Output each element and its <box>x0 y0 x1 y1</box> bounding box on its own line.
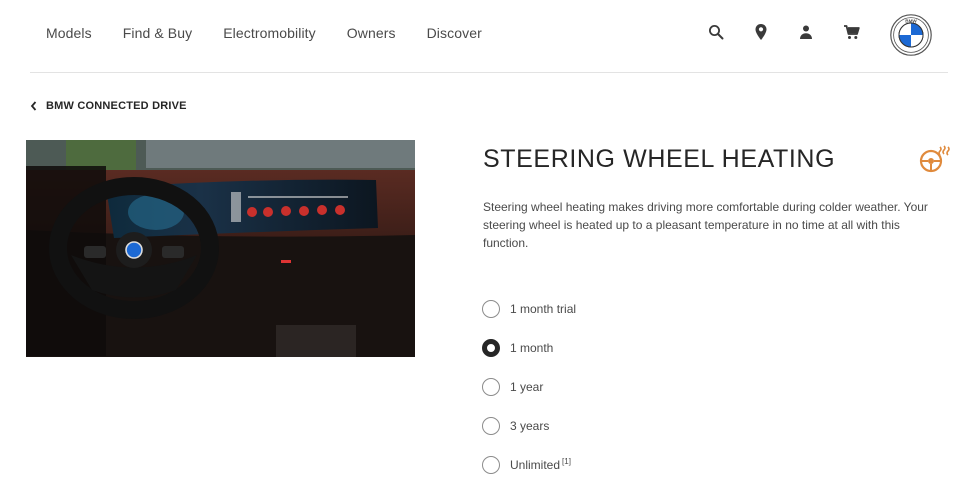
option-label: 1 month trial <box>510 301 577 316</box>
option-label: 1 year <box>510 379 544 394</box>
radio-button[interactable] <box>482 416 500 435</box>
bmw-logo[interactable]: BMW <box>890 14 932 56</box>
nav-actions <box>706 22 886 42</box>
breadcrumb-back-link[interactable]: BMW CONNECTED DRIVE <box>29 100 187 112</box>
radio-button[interactable] <box>482 455 500 474</box>
option-label: 1 month <box>510 340 554 355</box>
option-3-years[interactable]: 3 years <box>482 406 576 445</box>
header-divider <box>30 72 948 73</box>
product-image <box>26 140 415 357</box>
option-label: Unlimited [1] <box>510 457 571 472</box>
nav-link-models[interactable]: Models <box>46 25 92 41</box>
product-title: STEERING WHEEL HEATING <box>483 145 836 173</box>
location-pin-icon[interactable] <box>751 22 771 42</box>
heated-steering-wheel-icon <box>918 144 950 174</box>
nav-link-discover[interactable]: Discover <box>427 25 482 41</box>
subscription-options: 1 month trial 1 month 1 year 3 years Unl… <box>482 289 576 483</box>
chevron-left-icon <box>30 101 37 111</box>
search-icon[interactable] <box>706 22 726 42</box>
option-label-text: Unlimited <box>510 458 561 472</box>
option-1-month[interactable]: 1 month <box>482 328 576 367</box>
option-1-month-trial[interactable]: 1 month trial <box>482 289 576 328</box>
main-menu: Models Find & Buy Electromobility Owners… <box>46 25 513 41</box>
breadcrumb-label: BMW CONNECTED DRIVE <box>46 100 187 112</box>
option-1-year[interactable]: 1 year <box>482 367 576 406</box>
option-label: 3 years <box>510 418 550 433</box>
top-navigation: Models Find & Buy Electromobility Owners… <box>0 0 960 68</box>
product-description: Steering wheel heating makes driving mor… <box>483 200 928 250</box>
logo-text: BMW <box>905 19 917 24</box>
radio-button[interactable] <box>482 377 500 396</box>
nav-link-electromobility[interactable]: Electromobility <box>223 25 316 41</box>
nav-link-find-buy[interactable]: Find & Buy <box>123 25 192 41</box>
footnote-marker[interactable]: [1] <box>562 457 571 466</box>
radio-button[interactable] <box>482 299 500 318</box>
nav-link-owners[interactable]: Owners <box>347 25 396 41</box>
option-unlimited[interactable]: Unlimited [1] <box>482 445 576 483</box>
radio-button-selected[interactable] <box>482 338 500 357</box>
user-icon[interactable] <box>796 22 816 42</box>
cart-icon[interactable] <box>841 22 861 42</box>
